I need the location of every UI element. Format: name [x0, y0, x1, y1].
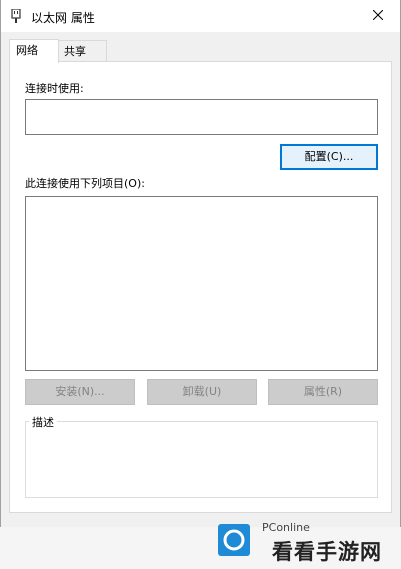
properties-button[interactable]: 属性(R) [268, 379, 378, 405]
close-icon [372, 9, 384, 23]
watermark-brand: PConline [262, 521, 310, 534]
configure-button[interactable]: 配置(C)... [280, 144, 378, 170]
watermark-site: 看看手游网 [272, 540, 382, 564]
tab-network[interactable]: 网络 [9, 39, 59, 63]
window-title: 以太网 属性 [31, 11, 95, 25]
network-tab-panel: 连接时使用: 配置(C)... 此连接使用下列项目(O): 安装(N)... 卸… [9, 61, 392, 513]
properties-dialog: 以太网 属性 网络 共享 连接时使用: 配置(C)... 此连接使用下列项目(O… [0, 0, 401, 528]
uninstall-button[interactable]: 卸载(U) [147, 379, 257, 405]
adapter-field[interactable] [25, 99, 378, 135]
connect-using-label: 连接时使用: [25, 82, 84, 95]
network-adapter-icon [10, 8, 22, 23]
items-list[interactable] [25, 196, 378, 371]
pconline-logo-icon [218, 524, 250, 556]
install-button[interactable]: 安装(N)... [25, 379, 135, 405]
description-group [25, 421, 378, 498]
close-button[interactable] [356, 0, 400, 32]
tab-sharing[interactable]: 共享 [57, 40, 107, 62]
description-label: 描述 [29, 414, 57, 430]
title-bar: 以太网 属性 [1, 0, 400, 32]
items-list-label: 此连接使用下列项目(O): [25, 177, 145, 190]
